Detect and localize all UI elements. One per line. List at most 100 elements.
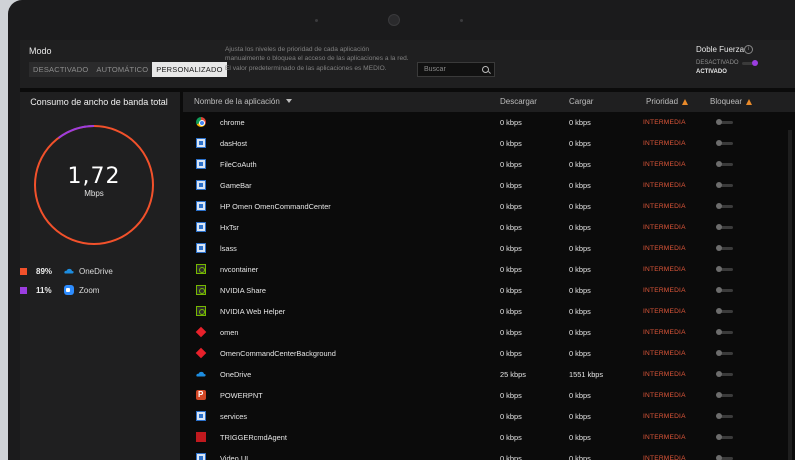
- block-toggle-knob[interactable]: [716, 371, 722, 377]
- table-row[interactable]: FileCoAuth 0 kbps 0 kbps INTERMEDIA: [183, 154, 783, 175]
- block-toggle-knob[interactable]: [716, 161, 722, 167]
- nvidia-icon: [196, 285, 206, 295]
- priority-dropdown[interactable]: INTERMEDIA: [643, 308, 686, 315]
- toggle-knob[interactable]: [752, 60, 758, 66]
- toggle-on-label: ACTIVADO: [696, 69, 727, 75]
- priority-dropdown[interactable]: INTERMEDIA: [643, 371, 686, 378]
- ring-zoom-segment: [57, 125, 95, 139]
- mode-bar: Modo DESACTIVADO AUTOMÁTICO PERSONALIZAD…: [20, 40, 795, 88]
- mode-custom-button[interactable]: PERSONALIZADO: [152, 62, 227, 77]
- upload-rate: 0 kbps: [569, 349, 591, 358]
- col-download-header[interactable]: Descargar: [500, 97, 537, 106]
- webcam: [388, 14, 400, 26]
- col-app-header[interactable]: Nombre de la aplicación: [194, 97, 292, 106]
- priority-dropdown[interactable]: INTERMEDIA: [643, 350, 686, 357]
- zoom-pct: 11%: [36, 286, 52, 295]
- onedrive-icon: [64, 268, 74, 274]
- nvidia-icon: [196, 306, 206, 316]
- block-toggle-knob[interactable]: [716, 413, 722, 419]
- table-scrollbar[interactable]: [788, 130, 792, 460]
- priority-dropdown[interactable]: INTERMEDIA: [643, 455, 686, 460]
- table-row[interactable]: Video UI 0 kbps 0 kbps INTERMEDIA: [183, 448, 783, 460]
- priority-dropdown[interactable]: INTERMEDIA: [643, 329, 686, 336]
- onedrive-name: OneDrive: [79, 267, 113, 276]
- table-row[interactable]: OmenCommandCenterBackground 0 kbps 0 kbps I…: [183, 343, 783, 364]
- upload-rate: 0 kbps: [569, 391, 591, 400]
- download-rate: 0 kbps: [500, 223, 522, 232]
- doble-fuerza-label: Doble Fuerza: [696, 45, 745, 54]
- block-toggle-knob[interactable]: [716, 266, 722, 272]
- block-toggle-knob[interactable]: [716, 455, 722, 460]
- priority-dropdown[interactable]: INTERMEDIA: [643, 266, 686, 273]
- col-app-label: Nombre de la aplicación: [194, 97, 280, 106]
- mode-auto-button[interactable]: AUTOMÁTICO: [92, 62, 152, 77]
- table-row[interactable]: NVIDIA Share 0 kbps 0 kbps INTERMEDIA: [183, 280, 783, 301]
- download-rate: 0 kbps: [500, 139, 522, 148]
- block-toggle-knob[interactable]: [716, 392, 722, 398]
- block-toggle-knob[interactable]: [716, 140, 722, 146]
- block-toggle-knob[interactable]: [716, 224, 722, 230]
- table-row[interactable]: nvcontainer 0 kbps 0 kbps INTERMEDIA: [183, 259, 783, 280]
- omen-icon: [195, 347, 207, 359]
- bandwidth-unit: Mbps: [84, 189, 104, 198]
- priority-dropdown[interactable]: INTERMEDIA: [643, 224, 686, 231]
- bandwidth-panel: Consumo de ancho de banda total 1,72 Mbp…: [20, 92, 180, 460]
- col-upload-header[interactable]: Cargar: [569, 97, 593, 106]
- priority-dropdown[interactable]: INTERMEDIA: [643, 203, 686, 210]
- info-icon[interactable]: i: [744, 45, 753, 54]
- priority-dropdown[interactable]: INTERMEDIA: [643, 413, 686, 420]
- col-priority-label: Prioridad: [646, 97, 679, 106]
- block-toggle-knob[interactable]: [716, 434, 722, 440]
- col-block-header[interactable]: Bloquear: [710, 97, 753, 106]
- toggle-off-label: DESACTIVADO: [696, 60, 739, 66]
- table-row[interactable]: NVIDIA Web Helper 0 kbps 0 kbps INTERMEDIA: [183, 301, 783, 322]
- table-row[interactable]: OneDrive 25 kbps 1551 kbps INTERMEDIA: [183, 364, 783, 385]
- app-window-icon: [196, 453, 206, 460]
- priority-dropdown[interactable]: INTERMEDIA: [643, 182, 686, 189]
- block-toggle-knob[interactable]: [716, 182, 722, 188]
- mode-label: Modo: [29, 46, 52, 56]
- col-priority-header[interactable]: Prioridad: [646, 97, 689, 106]
- table-row[interactable]: GameBar 0 kbps 0 kbps INTERMEDIA: [183, 175, 783, 196]
- priority-dropdown[interactable]: INTERMEDIA: [643, 434, 686, 441]
- nvidia-icon: [196, 264, 206, 274]
- download-rate: 0 kbps: [500, 202, 522, 211]
- table-row[interactable]: lsass 0 kbps 0 kbps INTERMEDIA: [183, 238, 783, 259]
- priority-dropdown[interactable]: INTERMEDIA: [643, 161, 686, 168]
- mode-off-button[interactable]: DESACTIVADO: [29, 62, 92, 77]
- table-row[interactable]: services 0 kbps 0 kbps INTERMEDIA: [183, 406, 783, 427]
- table-row[interactable]: TRIGGERcmdAgent 0 kbps 0 kbps INTERMEDIA: [183, 427, 783, 448]
- block-toggle-knob[interactable]: [716, 245, 722, 251]
- search-input[interactable]: Buscar: [417, 62, 495, 77]
- app-name: dasHost: [220, 139, 248, 148]
- block-toggle-knob[interactable]: [716, 329, 722, 335]
- table-row[interactable]: omen 0 kbps 0 kbps INTERMEDIA: [183, 322, 783, 343]
- block-toggle-knob[interactable]: [716, 350, 722, 356]
- priority-dropdown[interactable]: INTERMEDIA: [643, 287, 686, 294]
- col-block-label: Bloquear: [710, 97, 743, 106]
- priority-dropdown[interactable]: INTERMEDIA: [643, 140, 686, 147]
- upload-rate: 1551 kbps: [569, 370, 604, 379]
- search-icon[interactable]: [482, 66, 489, 73]
- upload-rate: 0 kbps: [569, 223, 591, 232]
- priority-dropdown[interactable]: INTERMEDIA: [643, 119, 686, 126]
- block-toggle-knob[interactable]: [716, 287, 722, 293]
- download-rate: 0 kbps: [500, 160, 522, 169]
- priority-dropdown[interactable]: INTERMEDIA: [643, 392, 686, 399]
- search-placeholder: Buscar: [424, 66, 446, 73]
- table-row[interactable]: chrome 0 kbps 0 kbps INTERMEDIA: [183, 112, 783, 133]
- sort-caret-icon[interactable]: [285, 99, 292, 103]
- app-name: services: [220, 412, 248, 421]
- block-toggle-knob[interactable]: [716, 119, 722, 125]
- block-toggle-knob[interactable]: [716, 308, 722, 314]
- table-row[interactable]: HxTsr 0 kbps 0 kbps INTERMEDIA: [183, 217, 783, 238]
- app-window-icon: [196, 222, 206, 232]
- app-name: GameBar: [220, 181, 252, 190]
- priority-dropdown[interactable]: INTERMEDIA: [643, 245, 686, 252]
- block-toggle-knob[interactable]: [716, 203, 722, 209]
- upload-rate: 0 kbps: [569, 181, 591, 190]
- table-row[interactable]: dasHost 0 kbps 0 kbps INTERMEDIA: [183, 133, 783, 154]
- table-row[interactable]: HP Omen OmenCommandCenter 0 kbps 0 kbps INT…: [183, 196, 783, 217]
- table-row[interactable]: POWERPNT 0 kbps 0 kbps INTERMEDIA: [183, 385, 783, 406]
- app-window-icon: [196, 159, 206, 169]
